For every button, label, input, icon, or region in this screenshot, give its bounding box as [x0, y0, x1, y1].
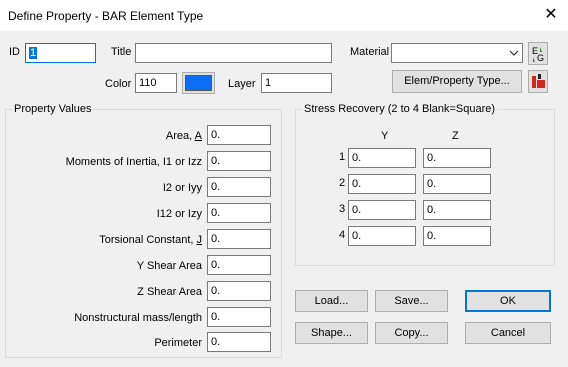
- material-library-icon: E G: [532, 46, 544, 63]
- stress-z4-field[interactable]: 0.: [423, 226, 491, 246]
- stress-y3-field[interactable]: 0.: [348, 200, 416, 220]
- layer-field[interactable]: 1: [261, 73, 332, 93]
- i1-field[interactable]: 0.: [207, 151, 271, 171]
- stress-row-number: 3: [339, 203, 346, 215]
- nonstructural-mass-field[interactable]: 0.: [207, 307, 271, 327]
- stress-row-number: 2: [339, 177, 346, 189]
- color-label: Color: [105, 78, 132, 90]
- stress-y2-field[interactable]: 0.: [348, 174, 416, 194]
- z-shear-area-field[interactable]: 0.: [207, 281, 271, 301]
- stress-z3-field[interactable]: 0.: [423, 200, 491, 220]
- nonstructural-mass-label: Nonstructural mass/length: [74, 312, 202, 324]
- color-field[interactable]: 110: [135, 73, 177, 93]
- id-field[interactable]: 1: [25, 43, 96, 63]
- torsional-constant-field[interactable]: 0.: [207, 229, 271, 249]
- moments-of-inertia-label: Moments of Inertia, I1 or Izz: [65, 156, 202, 168]
- copy-button[interactable]: Copy...: [375, 322, 448, 344]
- property-values-title: Property Values: [12, 103, 94, 115]
- title-label: Title: [111, 46, 132, 58]
- property-library-button[interactable]: [528, 70, 548, 93]
- property-library-icon: [532, 74, 545, 88]
- torsional-constant-label: Torsional Constant, J: [99, 234, 202, 246]
- color-picker-button[interactable]: [182, 72, 215, 94]
- stress-y-header: Y: [381, 130, 389, 142]
- z-shear-area-label: Z Shear Area: [137, 286, 202, 298]
- stress-row-number: 1: [339, 151, 346, 163]
- layer-label: Layer: [228, 78, 256, 90]
- stress-z-header: Z: [452, 130, 459, 142]
- stress-row-number: 4: [339, 229, 346, 241]
- i2-label: I2 or Iyy: [162, 182, 202, 194]
- load-button[interactable]: Load...: [295, 290, 368, 312]
- stress-z2-field[interactable]: 0.: [423, 174, 491, 194]
- cancel-button[interactable]: Cancel: [465, 322, 551, 344]
- perimeter-label: Perimeter: [154, 337, 202, 349]
- perimeter-field[interactable]: 0.: [207, 332, 271, 352]
- id-value: 1: [29, 47, 38, 59]
- material-select[interactable]: [391, 43, 523, 63]
- title-field[interactable]: [135, 43, 332, 63]
- window-title: Define Property - BAR Element Type: [8, 9, 204, 23]
- ok-button[interactable]: OK: [465, 290, 551, 312]
- id-label: ID: [9, 46, 20, 58]
- stress-y4-field[interactable]: 0.: [348, 226, 416, 246]
- stress-recovery-title: Stress Recovery (2 to 4 Blank=Square): [302, 103, 498, 115]
- color-swatch: [185, 75, 212, 91]
- area-field[interactable]: 0.: [207, 125, 271, 145]
- stress-z1-field[interactable]: 0.: [423, 148, 491, 168]
- i2-field[interactable]: 0.: [207, 177, 271, 197]
- svg-text:G: G: [537, 53, 544, 63]
- i12-field[interactable]: 0.: [207, 203, 271, 223]
- shape-button[interactable]: Shape...: [295, 322, 368, 344]
- stress-y1-field[interactable]: 0.: [348, 148, 416, 168]
- area-label: Area, A: [165, 130, 202, 142]
- y-shear-area-field[interactable]: 0.: [207, 255, 271, 275]
- y-shear-area-label: Y Shear Area: [136, 260, 202, 272]
- close-icon[interactable]: ✕: [541, 4, 561, 26]
- chevron-down-icon[interactable]: [507, 45, 521, 61]
- material-label: Material: [350, 46, 390, 58]
- i12-label: I12 or Izy: [156, 208, 202, 220]
- elem-property-type-button[interactable]: Elem/Property Type...: [392, 70, 522, 93]
- save-button[interactable]: Save...: [375, 290, 448, 312]
- material-library-button[interactable]: E G: [528, 42, 548, 65]
